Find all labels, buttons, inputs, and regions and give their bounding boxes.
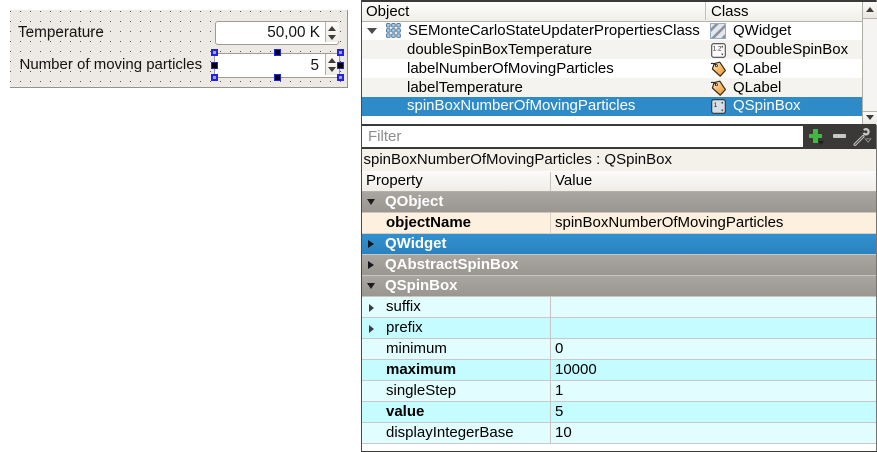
svg-text:1.2: 1.2 bbox=[713, 45, 722, 52]
svg-text:1: 1 bbox=[714, 102, 718, 109]
